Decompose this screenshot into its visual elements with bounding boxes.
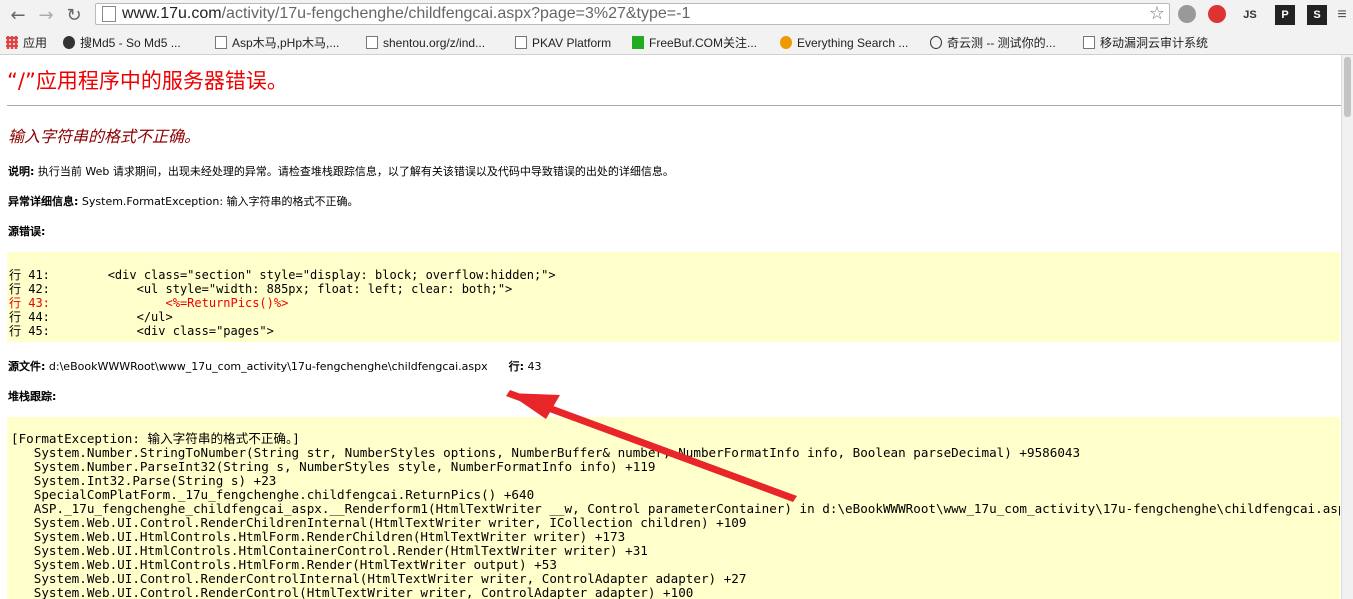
freebuf-icon <box>632 36 644 49</box>
stack-trace-line: System.Web.UI.HtmlControls.HtmlForm.Rend… <box>33 529 626 544</box>
vertical-scrollbar[interactable] <box>1341 55 1353 599</box>
santa-extension-icon[interactable] <box>1208 5 1226 23</box>
s-extension-icon[interactable]: S <box>1307 5 1327 25</box>
exception-details: 异常详细信息: System.FormatException: 输入字符串的格式… <box>8 193 359 209</box>
source-file-label: 源文件: <box>8 360 46 373</box>
search-tool-icon <box>780 36 792 49</box>
error-subtitle: 输入字符串的格式不正确。 <box>8 127 201 146</box>
address-bar[interactable]: www.17u.com/activity/17u-fengchenghe/chi… <box>95 3 1170 25</box>
source-line: 行 41: <div class="section" style="displa… <box>9 268 556 282</box>
globe-extension-icon[interactable] <box>1178 5 1196 23</box>
line-value: 43 <box>524 360 542 373</box>
apps-grid-icon <box>6 36 18 49</box>
stack-trace-line: System.Web.UI.HtmlControls.HtmlForm.Rend… <box>33 557 557 572</box>
divider <box>7 105 1341 106</box>
source-error-heading: 源错误: <box>8 225 46 238</box>
line-label: 行: <box>508 360 525 373</box>
stack-trace-line: System.Web.UI.HtmlControls.HtmlContainer… <box>33 543 648 558</box>
bookmark-mobile-audit[interactable]: 移动漏洞云审计系统 <box>1083 34 1208 51</box>
page-content: “/”应用程序中的服务器错误。 输入字符串的格式不正确。 说明: 执行当前 We… <box>0 55 1341 599</box>
pocket-extension-icon[interactable]: P <box>1275 5 1295 25</box>
source-file-path: d:\eBookWWWRoot\www_17u_com_activity\17u… <box>45 360 488 373</box>
url-text[interactable]: www.17u.com/activity/17u-fengchenghe/chi… <box>122 5 690 23</box>
annotation-arrow-head <box>508 393 560 419</box>
description: 说明: 执行当前 Web 请求期间，出现未经处理的异常。请检查堆栈跟踪信息，以了… <box>8 163 674 179</box>
page-icon <box>1083 36 1095 49</box>
exception-label: 异常详细信息: <box>8 195 79 208</box>
bookmark-shentou[interactable]: shentou.org/z/ind... <box>366 34 485 51</box>
bookmark-star-icon[interactable]: ☆ <box>1149 4 1165 24</box>
source-line: 行 45: <div class="pages"> <box>9 324 274 338</box>
reload-icon[interactable]: ↻ <box>62 3 86 27</box>
bookmark-apps[interactable]: 应用 <box>6 34 47 51</box>
menu-icon[interactable]: ≡ <box>1332 5 1352 25</box>
stack-trace-line: System.Int32.Parse(String s) +23 <box>33 473 277 488</box>
bookmark-somd5[interactable]: 搜Md5 - So Md5 ... <box>63 34 181 51</box>
description-text: 执行当前 Web 请求期间，出现未经处理的异常。请检查堆栈跟踪信息，以了解有关该… <box>34 165 674 178</box>
stack-trace-line: System.Web.UI.Control.RenderControlInter… <box>33 571 747 586</box>
stack-trace: [FormatException: 输入字符串的格式不正确。] System.N… <box>7 417 1340 599</box>
source-line: 行 43: <%=ReturnPics()%> <box>9 296 289 310</box>
bookmark-qiyunce[interactable]: 奇云测 -- 测试你的... <box>930 34 1056 51</box>
stack-trace-line: System.Web.UI.Control.RenderControl(Html… <box>33 585 694 599</box>
back-icon[interactable]: ← <box>6 3 30 27</box>
page-icon <box>515 36 527 49</box>
description-label: 说明: <box>8 165 35 178</box>
page-title: “/”应用程序中的服务器错误。 <box>7 69 288 93</box>
stack-trace-line: ASP._17u_fengchenghe_childfengcai_aspx._… <box>33 501 1340 516</box>
stack-trace-box: [FormatException: 输入字符串的格式不正确。] System.N… <box>7 417 1340 599</box>
source-code: 行 41: <div class="section" style="displa… <box>7 252 1340 338</box>
clock-icon <box>930 36 942 49</box>
exception-text: System.FormatException: 输入字符串的格式不正确。 <box>78 195 359 208</box>
browser-toolbar: ← → ↻ www.17u.com/activity/17u-fengcheng… <box>0 0 1353 30</box>
md5-icon <box>63 36 75 49</box>
bookmark-pkav[interactable]: PKAV Platform <box>515 34 611 51</box>
bookmark-freebuf[interactable]: FreeBuf.COM关注... <box>632 34 757 51</box>
stack-trace-heading: 堆栈跟踪: <box>8 390 57 403</box>
source-code-box: 行 41: <div class="section" style="displa… <box>7 252 1340 342</box>
bookmark-asp-trojan[interactable]: Asp木马,pHp木马,... <box>215 34 339 51</box>
page-icon <box>366 36 378 49</box>
source-file: 源文件: d:\eBookWWWRoot\www_17u_com_activit… <box>8 358 542 374</box>
page-icon <box>215 36 227 49</box>
page-icon <box>102 6 116 22</box>
source-line: 行 42: <ul style="width: 885px; float: le… <box>9 282 513 296</box>
stack-trace-line: [FormatException: 输入字符串的格式不正确。] <box>11 431 300 446</box>
forward-icon[interactable]: → <box>34 3 58 27</box>
js-extension-icon[interactable]: JS <box>1240 5 1260 25</box>
scrollbar-thumb[interactable] <box>1344 57 1351 117</box>
stack-trace-line: System.Number.StringToNumber(String str,… <box>33 445 1081 460</box>
stack-trace-line: SpecialComPlatForm._17u_fengchenghe.chil… <box>33 487 535 502</box>
stack-trace-line: System.Web.UI.Control.RenderChildrenInte… <box>33 515 747 530</box>
bookmark-everything[interactable]: Everything Search ... <box>780 34 908 51</box>
source-line: 行 44: </ul> <box>9 310 173 324</box>
bookmarks-bar: 应用 搜Md5 - So Md5 ... Asp木马,pHp木马,... she… <box>0 30 1353 55</box>
stack-trace-line: System.Number.ParseInt32(String s, Numbe… <box>33 459 656 474</box>
